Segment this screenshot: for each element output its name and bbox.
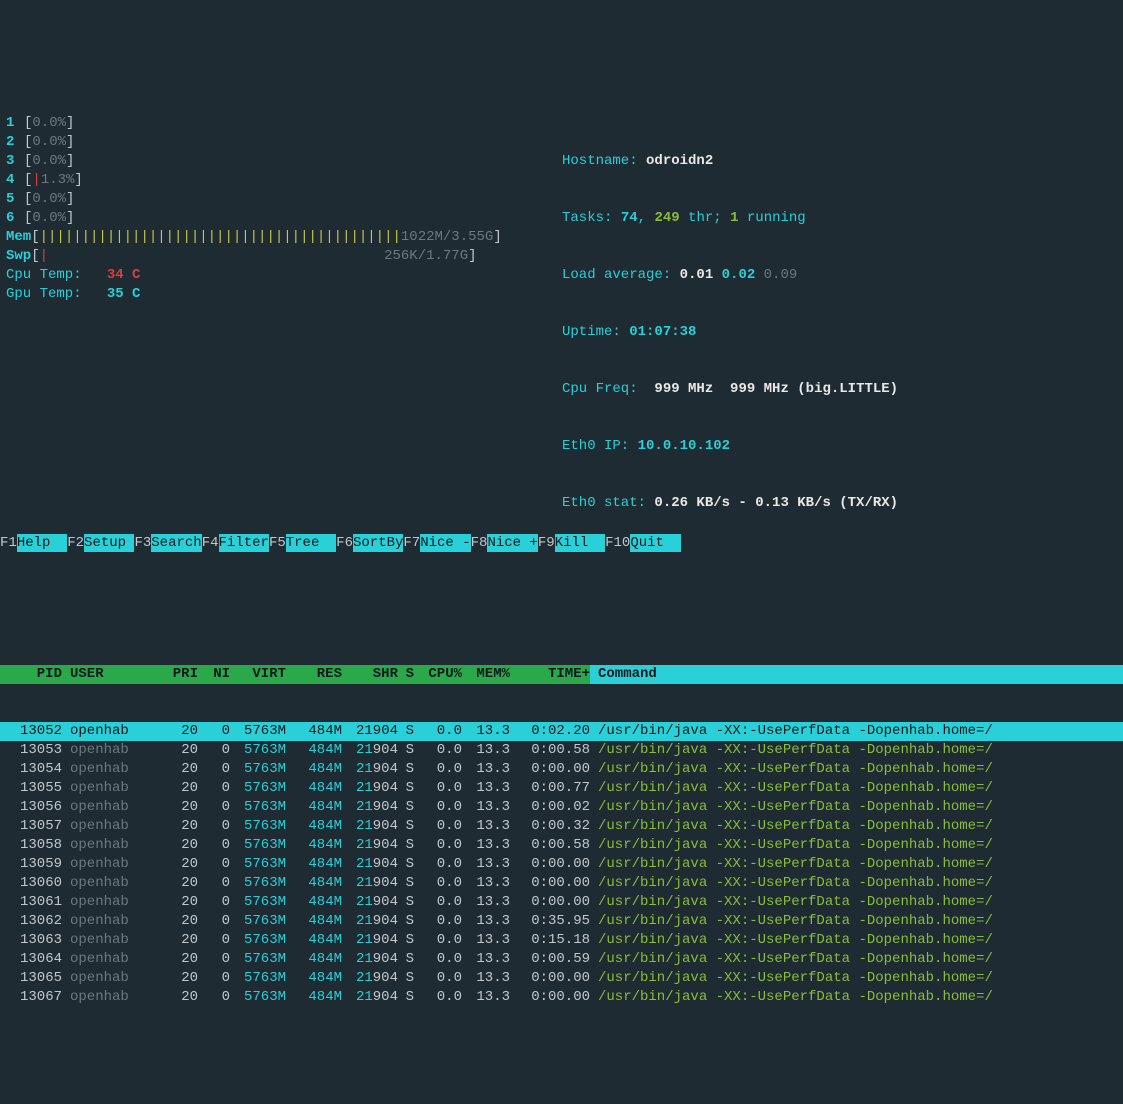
load-5m: 0.02	[722, 267, 756, 283]
col-pid[interactable]: PID	[6, 665, 62, 684]
tasks-label: Tasks:	[562, 210, 621, 226]
tasks-count: 74	[621, 210, 638, 226]
process-list[interactable]: 13052openhab2005763M484M21904S0.013.30:0…	[0, 722, 1123, 1007]
ethstat-label: Eth0 stat:	[562, 495, 654, 511]
col-time[interactable]: TIME+	[510, 665, 590, 684]
cpufreq-2: 999 MHz	[730, 381, 789, 397]
fkey-f7[interactable]: F7	[403, 534, 420, 552]
swap-meter: Swp[| 256K/1.77G]	[6, 247, 528, 266]
fkey-f10[interactable]: F10	[605, 534, 630, 552]
hostname-label: Hostname:	[562, 153, 646, 169]
process-row[interactable]: 13061openhab2005763M484M21904S0.013.30:0…	[0, 893, 1123, 912]
cpu-meter-4: 4 [| 1.3%]	[6, 171, 528, 190]
process-row[interactable]: 13059openhab2005763M484M21904S0.013.30:0…	[0, 855, 1123, 874]
cpu-meter-6: 6 [ 0.0%]	[6, 209, 528, 228]
load-label: Load average:	[562, 267, 680, 283]
fkey-f5[interactable]: F5	[269, 534, 286, 552]
flabel-nice-+[interactable]: Nice +	[487, 534, 537, 552]
process-row[interactable]: 13063openhab2005763M484M21904S0.013.30:1…	[0, 931, 1123, 950]
col-user[interactable]: USER	[62, 665, 150, 684]
cpufreq-1: 999 MHz	[654, 381, 713, 397]
process-row[interactable]: 13058openhab2005763M484M21904S0.013.30:0…	[0, 836, 1123, 855]
ip-value: 10.0.10.102	[638, 438, 730, 454]
col-shr[interactable]: SHR	[342, 665, 398, 684]
col-pri[interactable]: PRI	[150, 665, 198, 684]
process-row[interactable]: 13056openhab2005763M484M21904S0.013.30:0…	[0, 798, 1123, 817]
gpu-temp: Gpu Temp: 35 C	[6, 285, 528, 304]
sysinfo-right: Hostname: odroidn2 Tasks: 74, 249 thr; 1…	[528, 114, 1123, 551]
flabel-help[interactable]: Help	[17, 534, 67, 552]
process-row[interactable]: 13054openhab2005763M484M21904S0.013.30:0…	[0, 760, 1123, 779]
cpu-meter-1: 1 [ 0.0%]	[6, 114, 528, 133]
uptime-value: 01:07:38	[629, 324, 696, 340]
cpu-meter-5: 5 [ 0.0%]	[6, 190, 528, 209]
flabel-quit[interactable]: Quit	[630, 534, 680, 552]
flabel-sortby[interactable]: SortBy	[353, 534, 403, 552]
process-row[interactable]: 13052openhab2005763M484M21904S0.013.30:0…	[0, 722, 1123, 741]
flabel-filter[interactable]: Filter	[219, 534, 269, 552]
col-res[interactable]: RES	[286, 665, 342, 684]
cpufreq-note: (big.LITTLE)	[797, 381, 898, 397]
process-row[interactable]: 13060openhab2005763M484M21904S0.013.30:0…	[0, 874, 1123, 893]
uptime-label: Uptime:	[562, 324, 629, 340]
hostname-value: odroidn2	[646, 153, 713, 169]
process-row[interactable]: 13064openhab2005763M484M21904S0.013.30:0…	[0, 950, 1123, 969]
process-row[interactable]: 13053openhab2005763M484M21904S0.013.30:0…	[0, 741, 1123, 760]
footer-bar: F1Help F2Setup F3SearchF4FilterF5Tree F6…	[0, 534, 1123, 552]
flabel-nice--[interactable]: Nice -	[420, 534, 470, 552]
col-mem[interactable]: MEM%	[462, 665, 510, 684]
process-row[interactable]: 13057openhab2005763M484M21904S0.013.30:0…	[0, 817, 1123, 836]
fkey-f2[interactable]: F2	[67, 534, 84, 552]
fkey-f4[interactable]: F4	[202, 534, 219, 552]
mem-meter: Mem[||||||||||||||||||||||||||||||||||||…	[6, 228, 528, 247]
flabel-kill[interactable]: Kill	[555, 534, 605, 552]
process-row[interactable]: 13067openhab2005763M484M21904S0.013.30:0…	[0, 988, 1123, 1007]
ethstat-value: 0.26 KB/s - 0.13 KB/s (TX/RX)	[654, 495, 898, 511]
process-table-header[interactable]: PID USER PRI NI VIRT RES SHR S CPU% MEM%…	[0, 665, 1123, 684]
process-row[interactable]: 13062openhab2005763M484M21904S0.013.30:3…	[0, 912, 1123, 931]
fkey-f3[interactable]: F3	[134, 534, 151, 552]
header-area: 1 [ 0.0%]2 [ 0.0%]3 [ 0.0%]4 [|	[0, 76, 1123, 570]
load-1m: 0.01	[680, 267, 714, 283]
cpu-temp: Cpu Temp: 34 C	[6, 266, 528, 285]
col-cpu[interactable]: CPU%	[414, 665, 462, 684]
cpu-meter-2: 2 [ 0.0%]	[6, 133, 528, 152]
col-s[interactable]: S	[398, 665, 414, 684]
process-row[interactable]: 13065openhab2005763M484M21904S0.013.30:0…	[0, 969, 1123, 988]
col-virt[interactable]: VIRT	[230, 665, 286, 684]
flabel-setup[interactable]: Setup	[84, 534, 134, 552]
process-row[interactable]: 13055openhab2005763M484M21904S0.013.30:0…	[0, 779, 1123, 798]
col-command[interactable]: Command	[590, 665, 1123, 684]
flabel-search[interactable]: Search	[151, 534, 201, 552]
fkey-f6[interactable]: F6	[336, 534, 353, 552]
load-15m: 0.09	[764, 267, 798, 283]
flabel-tree[interactable]: Tree	[286, 534, 336, 552]
fkey-f1[interactable]: F1	[0, 534, 17, 552]
fkey-f8[interactable]: F8	[471, 534, 488, 552]
fkey-f9[interactable]: F9	[538, 534, 555, 552]
cpu-meter-3: 3 [ 0.0%]	[6, 152, 528, 171]
col-ni[interactable]: NI	[198, 665, 230, 684]
ip-label: Eth0 IP:	[562, 438, 638, 454]
threads-count: 249	[654, 210, 679, 226]
cpufreq-label: Cpu Freq:	[562, 381, 654, 397]
meters-left: 1 [ 0.0%]2 [ 0.0%]3 [ 0.0%]4 [|	[0, 114, 528, 551]
